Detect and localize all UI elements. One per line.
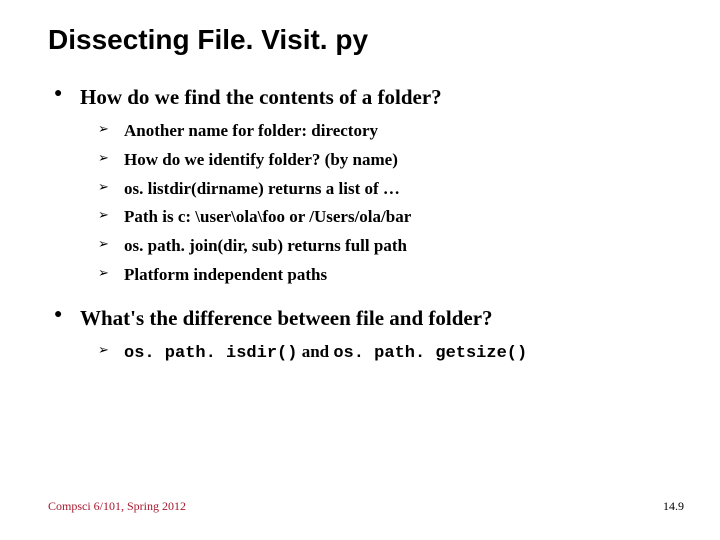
bullet-text: How do we find the contents of a folder? <box>80 84 672 111</box>
bullet-list: How do we find the contents of a folder?… <box>48 84 672 367</box>
sub-item: Path is c: \user\ola\foo or /Users/ola/b… <box>80 205 672 230</box>
bullet-text: What's the difference between file and f… <box>80 305 672 332</box>
sub-item: Another name for folder: directory <box>80 119 672 144</box>
sub-list: Another name for folder: directory How d… <box>80 119 672 287</box>
sub-item: os. path. isdir() and os. path. getsize(… <box>80 340 672 367</box>
code-text: os. path. isdir() <box>124 344 297 363</box>
slide: Dissecting File. Visit. py How do we fin… <box>0 0 720 540</box>
plain-text: and <box>297 342 333 361</box>
bullet-item: How do we find the contents of a folder?… <box>48 84 672 287</box>
sub-item: os. listdir(dirname) returns a list of … <box>80 177 672 202</box>
bullet-item: What's the difference between file and f… <box>48 305 672 367</box>
code-text: os. path. getsize() <box>333 344 527 363</box>
page-number: 14.9 <box>663 499 684 514</box>
footer-left: Compsci 6/101, Spring 2012 <box>48 499 186 514</box>
slide-title: Dissecting File. Visit. py <box>48 24 672 56</box>
sub-list: os. path. isdir() and os. path. getsize(… <box>80 340 672 367</box>
sub-item: How do we identify folder? (by name) <box>80 148 672 173</box>
sub-item: os. path. join(dir, sub) returns full pa… <box>80 234 672 259</box>
sub-item: Platform independent paths <box>80 263 672 288</box>
